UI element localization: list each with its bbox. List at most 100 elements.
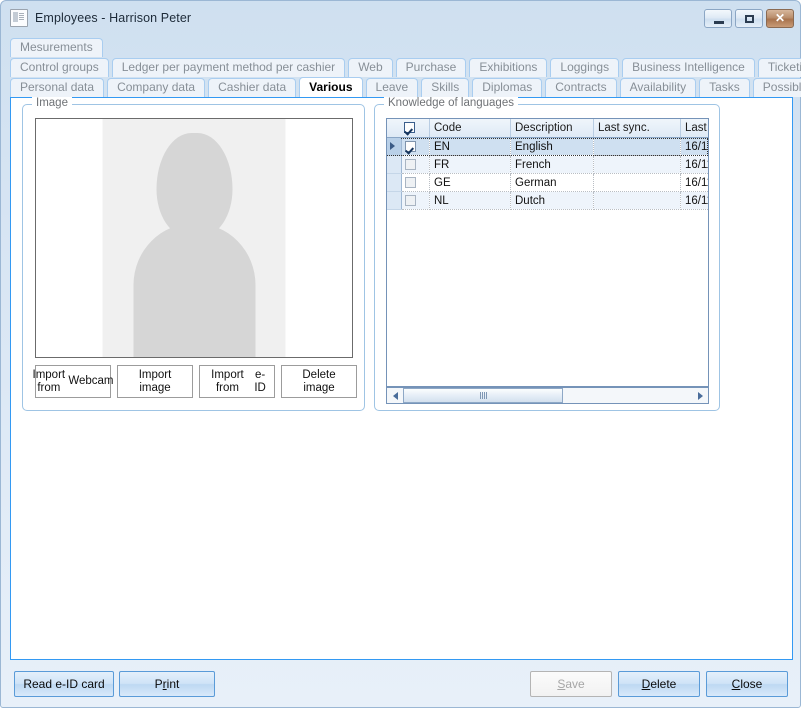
read-eid-card-button[interactable]: Read e-ID card [14, 671, 114, 697]
footer-button-bar: Read e-ID card Print Save Delete Close [1, 663, 800, 707]
table-row[interactable]: FR French 16/11/2011 [387, 156, 708, 174]
select-all-header[interactable] [401, 119, 430, 138]
delete-label-post: elete [650, 677, 676, 691]
table-row[interactable]: GE German 16/11/2011 [387, 174, 708, 192]
close-button[interactable]: ✕ [766, 9, 794, 28]
row-checkbox[interactable] [405, 195, 416, 206]
column-header-code[interactable]: Code [430, 119, 511, 138]
tab-cashier-data[interactable]: Cashier data [208, 78, 296, 97]
languages-group-title: Knowledge of languages [384, 97, 518, 109]
row-checkbox-cell[interactable] [401, 138, 430, 156]
close-accel: C [732, 677, 741, 691]
tab-strip: Mesurements Control groups Ledger per pa… [10, 37, 793, 97]
row-checkbox[interactable] [405, 159, 416, 170]
tab-diplomas[interactable]: Diplomas [472, 78, 542, 97]
tab-availability[interactable]: Availability [620, 78, 696, 97]
tab-tasks[interactable]: Tasks [699, 78, 750, 97]
tab-purchase[interactable]: Purchase [396, 58, 467, 77]
column-header-description[interactable]: Description [511, 119, 594, 138]
tab-control-groups[interactable]: Control groups [10, 58, 109, 77]
delete-button[interactable]: Delete [618, 671, 700, 697]
cell-last-sync [594, 156, 681, 174]
maximize-icon [745, 15, 754, 23]
employee-photo[interactable] [35, 118, 353, 358]
person-silhouette-body [133, 223, 255, 358]
title-bar: Employees - Harrison Peter [1, 1, 800, 35]
close-dialog-button[interactable]: Close [706, 671, 788, 697]
row-checkbox[interactable] [405, 177, 416, 188]
import-from-eid-button[interactable]: Import from e-ID [199, 365, 275, 398]
row-checkbox-cell[interactable] [401, 192, 430, 210]
minimize-icon [714, 21, 724, 24]
row-indicator [387, 138, 401, 156]
row-indicator [387, 174, 401, 192]
cell-last-update: 16/11/2011 [681, 174, 709, 192]
cell-description: Dutch [511, 192, 594, 210]
import-eid-label-2: e-ID [252, 369, 268, 395]
tab-row-2: Control groups Ledger per payment method… [10, 57, 793, 77]
cell-description: English [511, 138, 594, 156]
chevron-left-icon [393, 392, 398, 400]
cell-last-update: 16/11/2011 [681, 156, 709, 174]
grid-horizontal-scrollbar[interactable] [386, 387, 709, 404]
tab-ticketing[interactable]: Ticketing [758, 58, 801, 77]
tab-leave[interactable]: Leave [366, 78, 419, 97]
chevron-right-icon [698, 392, 703, 400]
scrollbar-grip-icon [480, 392, 487, 399]
employees-window: Employees - Harrison Peter ✕ Mesurements… [0, 0, 801, 708]
save-button[interactable]: Save [530, 671, 612, 697]
tab-contracts[interactable]: Contracts [545, 78, 616, 97]
window-controls: ✕ [704, 9, 794, 28]
tab-personal-data[interactable]: Personal data [10, 78, 104, 97]
cell-description: French [511, 156, 594, 174]
scroll-right-button[interactable] [692, 388, 708, 403]
column-header-last-sync[interactable]: Last sync. [594, 119, 681, 138]
import-image-label: Import image [124, 369, 186, 395]
cell-last-sync [594, 138, 681, 156]
scrollbar-track[interactable] [403, 388, 692, 403]
image-group-title: Image [32, 97, 72, 109]
delete-accel: D [642, 677, 651, 691]
tab-exhibitions[interactable]: Exhibitions [469, 58, 547, 77]
row-selector-header [387, 119, 401, 138]
tab-company-data[interactable]: Company data [107, 78, 205, 97]
row-checkbox-cell[interactable] [401, 174, 430, 192]
tab-web[interactable]: Web [348, 58, 392, 77]
table-row[interactable]: EN English 16/11/2011 [387, 138, 708, 156]
cell-description: German [511, 174, 594, 192]
current-row-arrow-icon [390, 142, 395, 150]
tab-various[interactable]: Various [299, 77, 362, 97]
tab-ledger-per-payment[interactable]: Ledger per payment method per cashier [112, 58, 345, 77]
tab-possible-worktypes[interactable]: Possible worktypes [753, 78, 801, 97]
document-list-icon [10, 9, 28, 27]
import-image-button[interactable]: Import image [117, 365, 193, 398]
cell-last-sync [594, 192, 681, 210]
tab-mesurements[interactable]: Mesurements [10, 38, 103, 57]
person-silhouette-icon [156, 133, 232, 237]
row-checkbox-cell[interactable] [401, 156, 430, 174]
row-indicator [387, 156, 401, 174]
window-title: Employees - Harrison Peter [35, 11, 191, 25]
scroll-left-button[interactable] [387, 388, 403, 403]
minimize-button[interactable] [704, 9, 732, 28]
tab-skills[interactable]: Skills [421, 78, 469, 97]
select-all-checkbox[interactable] [404, 122, 415, 133]
row-checkbox[interactable] [405, 141, 416, 152]
delete-image-button[interactable]: Delete image [281, 365, 357, 398]
tab-business-intelligence[interactable]: Business Intelligence [622, 58, 755, 77]
table-row[interactable]: NL Dutch 16/11/2011 [387, 192, 708, 210]
maximize-button[interactable] [735, 9, 763, 28]
tab-loggings[interactable]: Loggings [550, 58, 619, 77]
scrollbar-thumb[interactable] [403, 388, 563, 403]
import-from-webcam-button[interactable]: Import from Webcam [35, 365, 111, 398]
cell-last-update: 16/11/2011 [681, 138, 709, 156]
photo-background [103, 119, 286, 358]
languages-grid[interactable]: Code Description Last sync. Last update [386, 118, 709, 387]
knowledge-of-languages-group-box: Knowledge of languages Code Description … [374, 104, 720, 411]
cell-last-sync [594, 174, 681, 192]
column-header-last-update[interactable]: Last update [681, 119, 709, 138]
import-eid-label-1: Import from [206, 369, 249, 395]
languages-table: Code Description Last sync. Last update [387, 119, 708, 210]
print-button[interactable]: Print [119, 671, 215, 697]
cell-code: FR [430, 156, 511, 174]
